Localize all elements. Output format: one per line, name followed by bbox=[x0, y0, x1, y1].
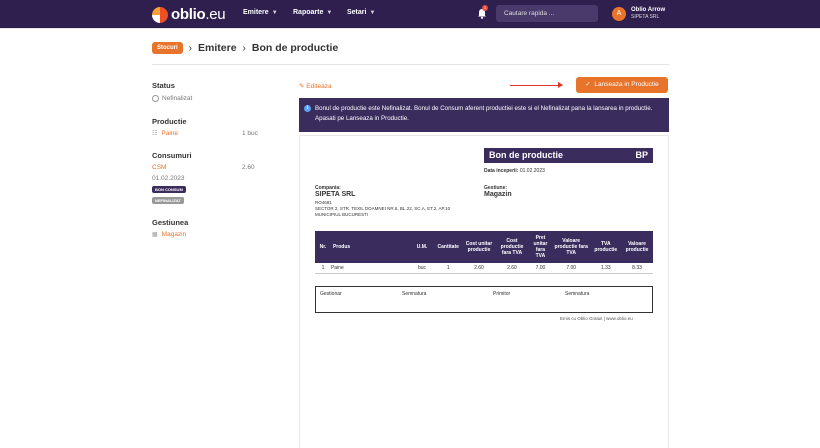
consum-date: 01.02.2023 bbox=[152, 175, 185, 182]
productie-item[interactable]: ☷ Paine bbox=[152, 130, 178, 137]
chevron-down-icon: ▼ bbox=[369, 9, 376, 16]
edit-link[interactable]: ✎ Editeaza bbox=[299, 82, 332, 90]
production-table: Nr. Produs U.M. Cantitate Cost unitar pr… bbox=[315, 231, 653, 274]
productie-qty: 1 buc bbox=[242, 130, 258, 137]
breadcrumb-item-emitere[interactable]: Emitere bbox=[198, 42, 237, 54]
productie-item-name[interactable]: Paine bbox=[161, 130, 178, 137]
page-title: Bon de productie bbox=[251, 42, 339, 54]
header-divider bbox=[0, 28, 820, 29]
logo-mark-icon bbox=[152, 6, 168, 23]
check-icon: ✓ bbox=[585, 81, 591, 88]
product-icon: ☷ bbox=[152, 131, 158, 137]
cell: 2.60 bbox=[494, 263, 530, 274]
gestiunea-value[interactable]: Magazin bbox=[162, 231, 187, 238]
signature-label: Primitor bbox=[493, 291, 511, 297]
company-id: RO4681 bbox=[315, 200, 332, 205]
consum-value: 2.60 bbox=[242, 164, 255, 171]
pencil-icon: ✎ bbox=[299, 83, 305, 90]
breadcrumb-separator: › bbox=[188, 42, 193, 54]
col-header: Cantitate bbox=[433, 231, 464, 263]
signature-label: Semnatura bbox=[402, 291, 427, 297]
col-header: Valoare productie fara TVA bbox=[551, 231, 591, 263]
col-header: Cost unitar productie bbox=[463, 231, 495, 263]
signature-box: Gestionar Semnatura Primitor Semnatura bbox=[315, 286, 653, 313]
gestiune-value: Magazin bbox=[484, 191, 512, 198]
breadcrumb-separator: › bbox=[242, 42, 246, 54]
consumuri-label: Consumuri bbox=[152, 151, 192, 160]
status-value: Nefinalizat bbox=[152, 95, 192, 102]
edit-label: Editeaza bbox=[306, 83, 332, 90]
cell: 1 bbox=[433, 263, 464, 274]
logo[interactable]: oblio.eu bbox=[152, 6, 226, 23]
gestiunea-link[interactable]: ▦ Magazin bbox=[152, 231, 186, 238]
avatar[interactable]: A bbox=[612, 7, 626, 21]
cell: 7.00 bbox=[529, 263, 552, 274]
signature-label: Semnatura bbox=[565, 291, 590, 297]
nav-setari[interactable]: Setari ▼ bbox=[347, 9, 375, 16]
cell: 8.33 bbox=[621, 263, 653, 274]
document-title: Bon de productie bbox=[489, 150, 563, 160]
chevron-down-icon: ▼ bbox=[326, 9, 333, 16]
col-header: Produs bbox=[330, 231, 411, 263]
arrow-annotation bbox=[510, 82, 563, 88]
launch-label: Lanseaza in Productie bbox=[594, 81, 659, 88]
document-title-bar: Bon de productie BP bbox=[484, 148, 653, 163]
nav-rapoarte[interactable]: Rapoarte ▼ bbox=[293, 9, 332, 16]
signature-label: Gestionar bbox=[320, 291, 342, 297]
tag-nefinalizat: NEFINALIZAT bbox=[152, 197, 184, 204]
cell: buc bbox=[410, 263, 434, 274]
col-header: Nr. bbox=[315, 231, 331, 263]
col-header: U.M. bbox=[410, 231, 434, 263]
notification-badge: 1 bbox=[482, 5, 488, 11]
launch-production-button[interactable]: ✓ Lanseaza in Productie bbox=[576, 77, 668, 93]
productie-label: Productie bbox=[152, 117, 187, 126]
info-icon: i bbox=[304, 105, 311, 112]
col-header: Cost productie fara TVA bbox=[494, 231, 530, 263]
table-header-row: Nr. Produs U.M. Cantitate Cost unitar pr… bbox=[315, 231, 653, 263]
breadcrumb: Stocuri › Emitere › Bon de productie bbox=[152, 42, 338, 54]
chevron-down-icon: ▼ bbox=[271, 9, 278, 16]
company-address: SECTOR 2, STR. TEXIL DOAMNEI NR.6, BL.22… bbox=[315, 206, 451, 211]
logo-text: oblio.eu bbox=[171, 6, 226, 23]
cell: 2.60 bbox=[463, 263, 495, 274]
company-city: MUNICIPIUL BUCURESTI bbox=[315, 212, 369, 217]
cell: Paine bbox=[330, 263, 411, 274]
status-label: Status bbox=[152, 81, 175, 90]
document-code: BP bbox=[635, 150, 648, 160]
start-date: Data inceperii: 01.02.2023 bbox=[484, 168, 545, 174]
status-text: Nefinalizat bbox=[162, 95, 193, 102]
breadcrumb-badge-stocuri[interactable]: Stocuri bbox=[152, 42, 183, 54]
tag-bon-consum: BON CONSUM bbox=[152, 186, 186, 193]
info-banner: i Bonul de productie este Nefinalizat. B… bbox=[299, 98, 669, 132]
consum-code-link[interactable]: CSM bbox=[152, 164, 166, 171]
col-header: TVA productie bbox=[590, 231, 622, 263]
table-row: 1 Paine buc 1 2.60 2.60 7.00 7.00 1.33 8… bbox=[315, 263, 653, 274]
warehouse-icon: ▦ bbox=[152, 232, 158, 238]
info-text: Bonul de productie este Nefinalizat. Bon… bbox=[315, 105, 653, 122]
nav-emitere[interactable]: Emitere ▼ bbox=[243, 9, 278, 16]
top-navbar bbox=[0, 0, 820, 28]
gestiunea-label: Gestiunea bbox=[152, 218, 189, 227]
user-company: SIPETA SRL bbox=[631, 14, 660, 20]
breadcrumb-divider bbox=[152, 64, 669, 65]
col-header: Pret unitar fara TVA bbox=[529, 231, 552, 263]
cell: 1 bbox=[315, 263, 331, 274]
col-header: Valoare productie bbox=[621, 231, 653, 263]
user-name[interactable]: Oblio Arrow bbox=[631, 7, 665, 14]
cell: 7.00 bbox=[551, 263, 591, 274]
circle-icon bbox=[152, 95, 159, 102]
footnote: Emis cu Oblio Gratuit | www.oblio.eu bbox=[560, 316, 633, 321]
company-name: SIPETA SRL bbox=[315, 191, 356, 198]
search-input[interactable]: Cautare rapida ... bbox=[496, 5, 598, 22]
cell: 1.33 bbox=[590, 263, 622, 274]
